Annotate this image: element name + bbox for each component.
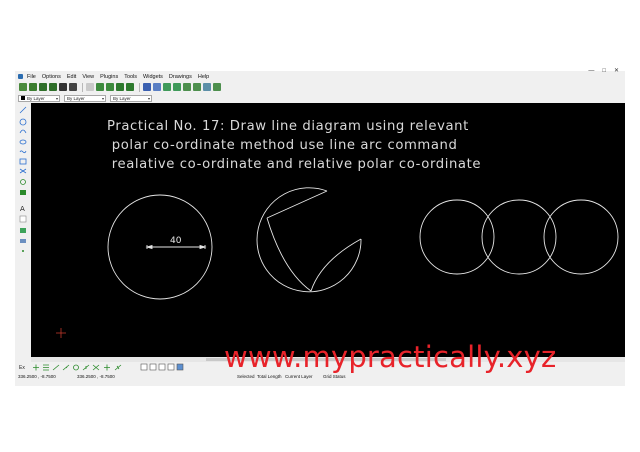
arc-tool-icon[interactable]: [19, 129, 27, 134]
toolbar-separator: [82, 82, 83, 92]
large-arc: [256, 187, 362, 293]
chevron-down-icon: ▾: [147, 95, 150, 101]
layer-list-icon[interactable]: [140, 363, 148, 371]
snap-endpoint-icon[interactable]: [52, 364, 60, 371]
modify-tool-icon[interactable]: [19, 168, 27, 174]
menu-widgets[interactable]: Widgets: [143, 74, 163, 80]
snap-on-entity-icon[interactable]: [62, 364, 70, 371]
grid-status-label: Grid Status: [323, 374, 346, 379]
text-tool-icon[interactable]: A: [20, 205, 25, 213]
grid-icon[interactable]: [143, 83, 151, 91]
snap-tangent-icon[interactable]: [114, 364, 122, 371]
app-icon: [18, 74, 23, 79]
chevron-down-icon: ▾: [55, 95, 58, 101]
snap-grid-icon[interactable]: [42, 364, 49, 371]
snap-orthogonal-icon[interactable]: [103, 364, 110, 371]
command-line-icon[interactable]: [167, 363, 175, 371]
print-preview-icon[interactable]: [69, 83, 77, 91]
dimension-arrow-right: [199, 244, 207, 250]
snap-free-icon[interactable]: [32, 364, 39, 371]
relative-coordinates: 336.2500 , -8.7500: [77, 374, 115, 379]
total-length-label: Total Length: [257, 374, 282, 379]
inner-arc-left: [266, 217, 312, 292]
draft-icon[interactable]: [153, 83, 161, 91]
current-layer-label: Current Layer: [285, 374, 313, 379]
image-tool-icon[interactable]: [19, 215, 27, 223]
polar-circle-2: [481, 199, 557, 275]
menu-options[interactable]: Options: [42, 74, 61, 80]
snap-middle-icon[interactable]: [82, 364, 90, 371]
main-toolbar: [15, 81, 625, 93]
paste-icon[interactable]: [106, 83, 114, 91]
undo-icon[interactable]: [116, 83, 124, 91]
snap-free-label: Ex: [19, 364, 25, 371]
open-file-icon[interactable]: [29, 83, 37, 91]
drawing-geometry: [56, 187, 619, 338]
line-width-combo[interactable]: By Layer ▾: [110, 94, 152, 102]
menu-view[interactable]: View: [82, 74, 94, 80]
polar-circle-3: [543, 199, 619, 275]
line-width-value: By Layer: [113, 95, 131, 101]
toolbar-separator: [139, 82, 140, 92]
layer-color-value: By Layer: [27, 95, 45, 101]
zoom-previous-icon[interactable]: [193, 83, 201, 91]
arc-connector-line: [266, 190, 328, 219]
redo-icon[interactable]: [126, 83, 134, 91]
dimension-tool-icon[interactable]: [20, 239, 26, 243]
save-icon[interactable]: [39, 83, 47, 91]
zoom-pan-icon[interactable]: [213, 83, 221, 91]
hatch-tool-icon[interactable]: [20, 228, 26, 233]
point-tool-icon[interactable]: [22, 250, 24, 252]
snap-center-icon[interactable]: [72, 364, 79, 371]
polyline-tool-icon[interactable]: [19, 158, 27, 165]
print-icon[interactable]: [59, 83, 67, 91]
chevron-down-icon: ▾: [101, 95, 104, 101]
line-tool-icon[interactable]: [19, 106, 27, 114]
librecad-window: — □ ✕ File Options Edit View Plugins Too…: [15, 68, 625, 386]
menu-bar: File Options Edit View Plugins Tools Wid…: [15, 72, 625, 81]
block-tool-icon[interactable]: [20, 190, 26, 195]
zoom-window-icon[interactable]: [203, 83, 211, 91]
zoom-in-icon[interactable]: [163, 83, 171, 91]
tools-sidebar: A: [15, 103, 31, 358]
selected-label: Selected: [237, 374, 255, 379]
spline-tool-icon[interactable]: [19, 150, 27, 154]
watermark: www.mypractically.xyz: [224, 340, 557, 374]
pen-toolbar: By Layer ▾ By Layer ▾ By Layer ▾: [15, 94, 625, 102]
zoom-out-icon[interactable]: [173, 83, 181, 91]
title-bar: [15, 68, 625, 71]
library-icon[interactable]: [158, 363, 166, 371]
tools-icons: A: [19, 106, 27, 252]
absolute-coordinates: 336.2500 , -8.7500: [18, 374, 56, 379]
drawing-canvas[interactable]: Practical No. 17: Draw line diagram usin…: [31, 103, 625, 357]
zoom-auto-icon[interactable]: [183, 83, 191, 91]
ellipse-tool-icon[interactable]: [19, 139, 27, 145]
status-bar: 336.2500 , -8.7500 336.2500 , -8.7500 Se…: [15, 373, 625, 386]
inner-arc-right: [310, 238, 362, 292]
circle-tool-icon[interactable]: [19, 118, 27, 126]
save-as-icon[interactable]: [49, 83, 57, 91]
snap-icons: [32, 363, 184, 371]
menu-plugins[interactable]: Plugins: [100, 74, 118, 80]
pen-icon[interactable]: [176, 363, 184, 371]
line-type-value: By Layer: [67, 95, 85, 101]
new-file-icon[interactable]: [19, 83, 27, 91]
menu-file[interactable]: File: [27, 74, 36, 80]
copy-icon[interactable]: [96, 83, 104, 91]
cut-icon[interactable]: [86, 83, 94, 91]
block-list-icon[interactable]: [149, 363, 157, 371]
snap-tool-icon[interactable]: [20, 179, 26, 185]
color-swatch: [21, 95, 25, 100]
dimension-text: 40: [170, 236, 182, 246]
menu-tools[interactable]: Tools: [124, 74, 137, 80]
layer-color-combo[interactable]: By Layer ▾: [18, 94, 60, 102]
menu-help[interactable]: Help: [198, 74, 209, 80]
dimension-arrow-left: [145, 244, 153, 250]
menu-drawings[interactable]: Drawings: [169, 74, 192, 80]
menu-edit[interactable]: Edit: [67, 74, 76, 80]
line-type-combo[interactable]: By Layer ▾: [64, 94, 106, 102]
polar-circle-1: [419, 199, 495, 275]
snap-intersection-icon[interactable]: [92, 364, 100, 371]
